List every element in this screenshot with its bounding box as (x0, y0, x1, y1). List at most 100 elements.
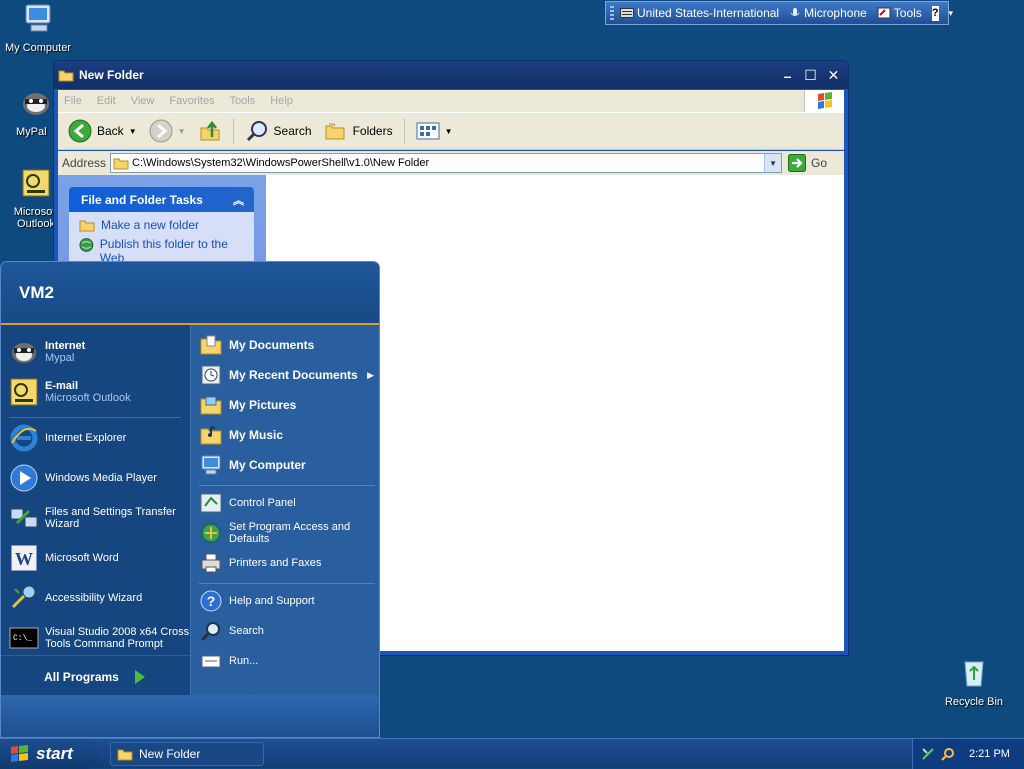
run-command[interactable]: Run... (199, 649, 258, 673)
help-button[interactable]: ? (931, 5, 939, 21)
forward-dropdown-icon[interactable]: ▼ (178, 127, 186, 136)
back-button[interactable]: Back ▼ (64, 116, 141, 146)
windows-flag-icon (11, 745, 28, 762)
pinned-internet[interactable]: Internet Mypal (9, 337, 85, 367)
menu-help[interactable]: Help (270, 95, 293, 107)
transfer-wizard-icon (10, 508, 38, 528)
address-value: C:\Windows\System32\WindowsPowerShell\v1… (132, 157, 430, 169)
all-programs-button[interactable]: All Programs (1, 655, 190, 697)
place-my-documents[interactable]: My Documents (199, 333, 314, 357)
up-folder-icon (200, 120, 220, 141)
program-label: Visual Studio 2008 x64 Cross Tools Comma… (45, 626, 190, 650)
task-label: Make a new folder (101, 218, 200, 232)
tools-button[interactable]: Tools (877, 6, 922, 20)
search-tray-icon[interactable] (941, 747, 955, 761)
place-my-pictures[interactable]: My Pictures (199, 393, 296, 417)
search-button[interactable]: Search (241, 116, 316, 146)
taskbar: start New Folder 2:21 PM (0, 738, 1024, 769)
up-button[interactable] (194, 116, 226, 146)
outlook-icon (22, 169, 50, 197)
place-my-computer[interactable]: My Computer (199, 453, 306, 477)
svg-text:?: ? (207, 593, 216, 609)
title-bar[interactable]: New Folder (54, 61, 848, 89)
desktop-icon-recycle-bin[interactable]: Recycle Bin (934, 656, 1014, 708)
pinned-title: E-mail (45, 380, 79, 392)
submenu-arrow-icon: ▶ (367, 369, 374, 380)
program-microsoft-word[interactable]: W Microsoft Word (9, 543, 119, 573)
address-dropdown-button[interactable]: ▼ (764, 154, 782, 172)
support-label: Run... (229, 655, 259, 667)
program-windows-media-player[interactable]: Windows Media Player (9, 463, 157, 493)
computer-icon (201, 455, 221, 475)
command-prompt-icon: C:\_ (9, 627, 39, 649)
printers-and-faxes[interactable]: Printers and Faxes (199, 551, 321, 575)
start-search[interactable]: Search (199, 619, 264, 643)
collapse-chevron-icon[interactable]: ︽ (233, 192, 244, 208)
desktop-icon-label: Recycle Bin (944, 696, 1004, 708)
maximize-button[interactable]: ☐ (800, 65, 821, 86)
program-internet-explorer[interactable]: Internet Explorer (9, 423, 126, 453)
microphone-button[interactable]: Microphone (789, 6, 867, 20)
views-button[interactable]: ▼ (412, 116, 457, 146)
control-panel[interactable]: Control Panel (199, 491, 296, 515)
place-my-music[interactable]: My Music (199, 423, 283, 447)
pinned-title: Internet (45, 340, 86, 352)
taskbar-button-new-folder[interactable]: New Folder (110, 742, 264, 766)
place-label: My Recent Documents (229, 368, 358, 382)
minimize-button[interactable]: – (777, 65, 798, 86)
clock[interactable]: 2:21 PM (969, 748, 1010, 760)
start-menu-header: VM2 (1, 262, 379, 325)
close-button[interactable]: ✕ (823, 65, 844, 86)
program-vs-command-prompt[interactable]: C:\_ Visual Studio 2008 x64 Cross Tools … (9, 623, 190, 653)
language-bar-grip[interactable] (610, 6, 614, 20)
place-my-recent-documents[interactable]: My Recent Documents ▶ (199, 363, 374, 387)
place-label: My Pictures (229, 398, 297, 412)
start-menu: VM2 Internet Mypal E-mail Microsoft Outloo… (0, 261, 380, 738)
language-selector[interactable]: United States-International (620, 6, 779, 20)
word-icon: W (10, 544, 38, 572)
program-transfer-wizard[interactable]: Files and Settings Transfer Wizard (9, 503, 185, 533)
place-label: My Music (229, 428, 284, 442)
system-tray: 2:21 PM (912, 739, 1024, 769)
back-dropdown-icon[interactable]: ▼ (129, 127, 137, 136)
user-name: VM2 (19, 282, 54, 302)
folders-button[interactable]: Folders (320, 116, 397, 146)
music-folder-icon (200, 426, 222, 445)
pinned-subtitle: Microsoft Outlook (45, 392, 131, 404)
windows-flag-icon (818, 92, 832, 109)
microphone-label: Microphone (804, 6, 867, 20)
menu-file[interactable]: File (64, 95, 82, 107)
views-dropdown-icon[interactable]: ▼ (445, 127, 453, 136)
menu-tools[interactable]: Tools (230, 95, 256, 107)
menu-edit[interactable]: Edit (97, 95, 116, 107)
recycle-bin-icon (964, 661, 984, 687)
pictures-folder-icon (200, 396, 222, 415)
place-label: My Documents (229, 338, 315, 352)
control-panel-icon (200, 493, 222, 513)
windows-logo (804, 90, 844, 112)
forward-arrow-icon (149, 119, 173, 143)
program-label: Files and Settings Transfer Wizard (45, 506, 176, 530)
langbar-options-icon[interactable]: ▾ (949, 8, 954, 19)
set-program-access[interactable]: Set Program Access and Defaults (199, 521, 364, 545)
menu-favorites[interactable]: Favorites (169, 95, 214, 107)
address-input[interactable]: C:\Windows\System32\WindowsPowerShell\v1… (110, 153, 783, 173)
tools-label: Tools (893, 6, 922, 20)
task-make-new-folder[interactable]: Make a new folder (79, 218, 244, 232)
menu-view[interactable]: View (131, 95, 155, 107)
go-arrow-icon (788, 154, 807, 172)
desktop-icon-my-computer[interactable]: My Computer (0, 2, 78, 54)
search-icon (200, 622, 220, 642)
program-label: Microsoft Word (45, 552, 119, 564)
accessibility-icon (11, 585, 36, 609)
toolbar: Back ▼ ▼ Search Folders ▼ (58, 112, 844, 150)
pinned-email[interactable]: E-mail Microsoft Outlook (9, 377, 131, 407)
network-icon[interactable] (921, 747, 935, 761)
views-icon (416, 122, 440, 140)
go-button[interactable]: Go (788, 154, 827, 172)
file-folder-tasks-header[interactable]: File and Folder Tasks ︽ (69, 187, 254, 212)
help-and-support[interactable]: ? Help and Support (199, 589, 315, 613)
start-button[interactable]: start (0, 739, 98, 769)
program-accessibility-wizard[interactable]: Accessibility Wizard (9, 583, 142, 613)
forward-button[interactable]: ▼ (145, 116, 190, 146)
